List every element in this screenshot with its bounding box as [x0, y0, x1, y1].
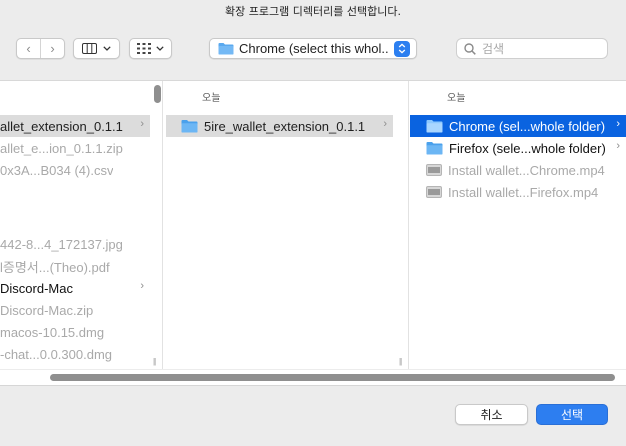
- video-file-icon: [426, 186, 442, 198]
- video-file-icon: [426, 164, 442, 176]
- chevron-down-icon: [156, 46, 164, 51]
- section-header-today: 오늘: [202, 93, 221, 104]
- cancel-button[interactable]: 취소: [455, 404, 528, 425]
- dialog-title: 확장 프로그램 디렉터리를 선택합니다.: [225, 5, 401, 18]
- chevron-down-icon: [103, 46, 111, 51]
- choose-button[interactable]: 선택: [536, 404, 608, 425]
- column-resize-handle[interactable]: ||: [153, 357, 156, 366]
- group-by-button[interactable]: [129, 38, 172, 59]
- back-forward-group: ‹ ›: [16, 38, 65, 59]
- forward-button[interactable]: ›: [41, 39, 64, 58]
- horizontal-scroll-thumb[interactable]: [50, 374, 615, 381]
- column-selected-folder: 오늘 5ire_wallet_extension_0.1.1 › ||: [164, 81, 409, 369]
- column-resize-handle[interactable]: ||: [399, 357, 402, 366]
- list-item[interactable]: 5ire_wallet_extension_0.1.1 ›: [166, 115, 393, 137]
- search-field[interactable]: [456, 38, 608, 59]
- columns-view-icon: [82, 43, 97, 54]
- list-item[interactable]: macos-10.15.dmg: [0, 321, 150, 343]
- grid-icon: [137, 43, 151, 54]
- list-item[interactable]: allet_e...ion_0.1.1.zip: [0, 137, 150, 159]
- location-popup[interactable]: Chrome (select this whol...: [209, 38, 417, 59]
- chevron-right-icon: ›: [616, 118, 620, 130]
- folder-icon: [181, 119, 198, 133]
- location-label: Chrome (select this whol...: [239, 41, 389, 56]
- chevron-right-icon: ›: [616, 140, 620, 152]
- list-item[interactable]: Firefox (sele...whole folder) ›: [410, 137, 626, 159]
- folder-icon: [218, 43, 234, 55]
- folder-icon: [426, 141, 443, 155]
- chevron-right-icon: ›: [50, 41, 55, 56]
- list-item[interactable]: Install wallet...Firefox.mp4: [410, 181, 626, 203]
- column-contents: 오늘 Chrome (sel...whole folder) › Firefox…: [410, 81, 626, 369]
- list-item[interactable]: l증명서...(Theo).pdf: [0, 255, 150, 277]
- list-item[interactable]: -chat...0.0.300.dmg: [0, 343, 150, 365]
- list-item[interactable]: 442-8...4_172137.jpg: [0, 233, 150, 255]
- search-icon: [464, 42, 476, 55]
- column-parent: allet_extension_0.1.1 › allet_e...ion_0.…: [0, 81, 163, 369]
- list-item[interactable]: Install wallet...Chrome.mp4: [410, 159, 626, 181]
- toolbar: ‹ › Chrome (select this whol... 검색: [0, 34, 626, 62]
- divider: [0, 385, 626, 386]
- chevron-right-icon: ›: [140, 118, 144, 130]
- vertical-scrollbar[interactable]: [154, 85, 161, 103]
- section-header-today: 오늘: [447, 93, 466, 104]
- horizontal-scrollbar: [0, 369, 626, 386]
- chevron-right-icon: ›: [383, 118, 387, 130]
- list-item[interactable]: Discord-Mac.zip: [0, 299, 150, 321]
- back-button[interactable]: ‹: [17, 39, 41, 58]
- list-item[interactable]: 0x3A...B034 (4).csv: [0, 159, 150, 181]
- view-mode-button[interactable]: [73, 38, 120, 59]
- list-item[interactable]: Discord-Mac ›: [0, 277, 150, 299]
- list-item[interactable]: Chrome (sel...whole folder) ›: [410, 115, 626, 137]
- folder-icon: [426, 119, 443, 133]
- chevron-left-icon: ‹: [26, 41, 31, 56]
- column-browser: allet_extension_0.1.1 › allet_e...ion_0.…: [0, 80, 626, 386]
- stepper-icon: [394, 40, 410, 57]
- list-item[interactable]: allet_extension_0.1.1 ›: [0, 115, 150, 137]
- chevron-right-icon: ›: [140, 280, 144, 292]
- search-input[interactable]: [482, 41, 602, 56]
